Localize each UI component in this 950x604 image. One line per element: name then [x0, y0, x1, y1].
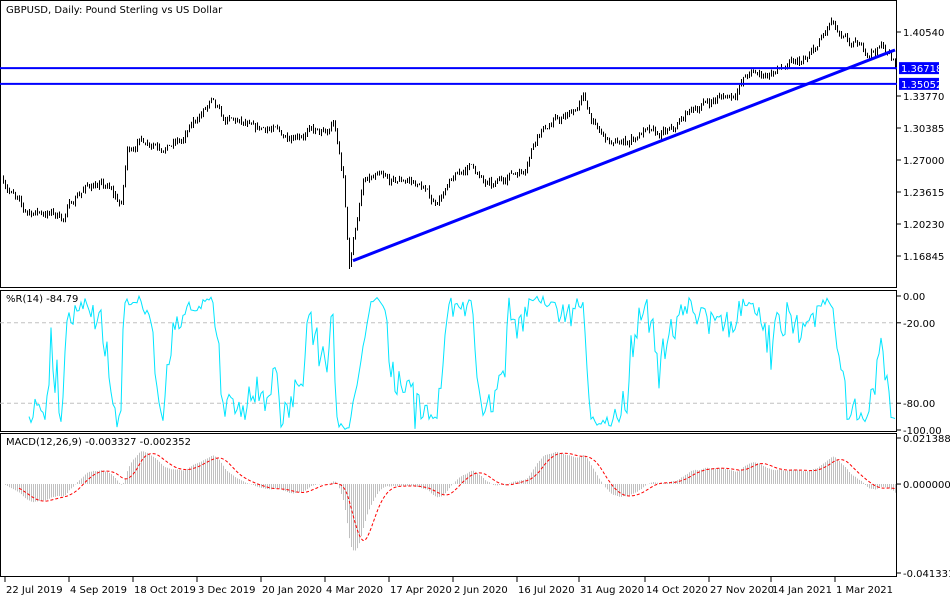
time-tick-label: 3 Dec 2019	[198, 585, 256, 596]
time-tick-label: 1 Mar 2021	[836, 585, 893, 596]
time-tick-label: 17 Apr 2020	[390, 585, 452, 596]
wpr-axis: 0.00-20.00-80.00-100.00	[897, 292, 942, 437]
time-tick-label: 16 Jul 2020	[518, 585, 575, 596]
macd-label: MACD(12,26,9) -0.003327 -0.002352	[6, 437, 191, 448]
time-tick-label: 14 Oct 2020	[646, 585, 708, 596]
macd-tick-label: -0.041331	[903, 569, 950, 580]
wpr-tick-label: -80.00	[903, 399, 935, 410]
price-tick-label: 1.30385	[903, 124, 944, 135]
time-tick-label: 27 Nov 2020	[710, 585, 774, 596]
time-tick-label: 22 Jul 2019	[6, 585, 63, 596]
macd-panel[interactable]: MACD(12,26,9) -0.003327 -0.002352	[1, 434, 897, 577]
time-tick-label: 2 Jun 2020	[454, 585, 508, 596]
price-tick-label: 1.23615	[903, 188, 944, 199]
time-tick-label: 14 Jan 2021	[772, 585, 832, 596]
price-tick-label: 1.27000	[903, 156, 944, 167]
time-tick-label: 31 Aug 2020	[580, 585, 644, 596]
price-panel-frame	[1, 1, 897, 288]
price-tick-label: 1.20230	[903, 220, 944, 231]
wpr-tick-label: 0.00	[903, 292, 925, 303]
time-tick-label: 4 Sep 2019	[70, 585, 127, 596]
williams-r-panel[interactable]: %R(14) -84.79	[0, 291, 897, 432]
price-tick-label: 1.16845	[903, 252, 944, 263]
time-tick-label: 4 Mar 2020	[326, 585, 383, 596]
price-tick-label: 1.40540	[903, 28, 944, 39]
time-tick-label: 18 Oct 2019	[134, 585, 196, 596]
level-price-label: 1.36718	[901, 64, 942, 75]
macd-axis: 0.021388 0.000000 -0.041331	[897, 434, 950, 580]
chart-title: GBPUSD, Daily: Pound Sterling vs US Doll…	[6, 5, 223, 16]
price-axis: 1.40540 1.33770 1.30385 1.27000 1.23615 1.202…	[897, 28, 944, 263]
wpr-tick-label: -20.00	[903, 319, 935, 330]
macd-tick-label: 0.000000	[903, 480, 950, 491]
price-tick-label: 1.33770	[903, 92, 944, 103]
macd-tick-label: 0.021388	[903, 434, 950, 445]
time-axis: 22 Jul 2019 4 Sep 2019 18 Oct 20193 Dec 20…	[5, 577, 893, 596]
time-tick-label: 20 Jan 2020	[262, 585, 322, 596]
level-price-label: 1.35052	[901, 80, 942, 91]
wpr-label: %R(14) -84.79	[6, 294, 78, 305]
price-chart-panel[interactable]: GBPUSD, Daily: Pound Sterling vs US Doll…	[0, 1, 897, 288]
metatrader-chart-window[interactable]: GBPUSD, Daily: Pound Sterling vs US Doll…	[0, 0, 950, 600]
macd-panel-frame	[1, 434, 897, 577]
